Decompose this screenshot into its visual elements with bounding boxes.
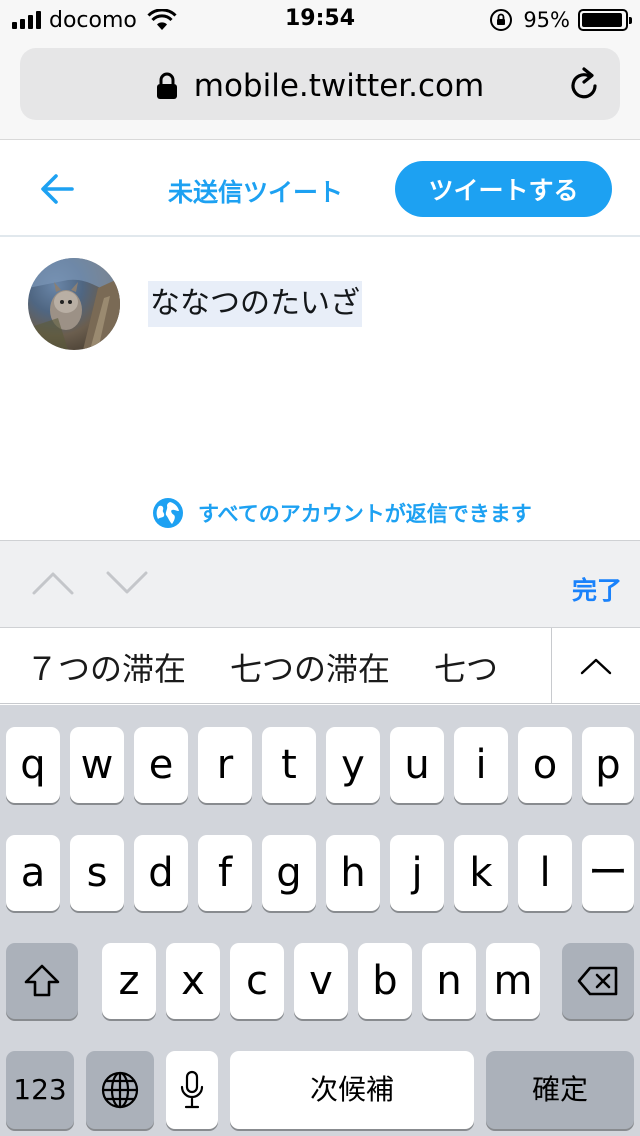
status-right: 95% bbox=[489, 6, 632, 34]
key-g[interactable]: g bbox=[262, 835, 316, 911]
space-key[interactable]: 次候補 bbox=[230, 1051, 474, 1129]
software-keyboard: q w e r t y u i o p a s d f g h j k l ー … bbox=[0, 705, 640, 1136]
tweet-text-input[interactable]: ななつのたいざ bbox=[148, 281, 362, 327]
back-arrow-icon[interactable] bbox=[36, 169, 80, 209]
compose-area: ななつのたいざ すべてのアカウントが返信できます bbox=[0, 239, 640, 540]
microphone-icon bbox=[180, 1070, 204, 1109]
numbers-key[interactable]: 123 bbox=[6, 1051, 74, 1129]
key-v[interactable]: v bbox=[294, 943, 348, 1019]
key-u[interactable]: u bbox=[390, 727, 444, 803]
candidate-item[interactable]: 七つの滞在 bbox=[230, 644, 390, 690]
tweet-button[interactable]: ツイートする bbox=[395, 161, 612, 217]
candidate-item[interactable]: ７つの滞在 bbox=[26, 644, 186, 690]
reload-icon[interactable] bbox=[568, 66, 602, 102]
shift-key[interactable] bbox=[6, 943, 78, 1019]
key-n[interactable]: n bbox=[422, 943, 476, 1019]
address-bar[interactable]: mobile.twitter.com bbox=[20, 48, 620, 120]
key-z[interactable]: z bbox=[102, 943, 156, 1019]
key-s[interactable]: s bbox=[70, 835, 124, 911]
key-r[interactable]: r bbox=[198, 727, 252, 803]
drafts-link[interactable]: 未送信ツイート bbox=[168, 173, 343, 209]
avatar[interactable] bbox=[28, 258, 120, 350]
shift-icon bbox=[24, 964, 60, 997]
conversion-candidates: ７つの滞在 七つの滞在 七つ bbox=[0, 628, 640, 704]
battery-percent: 95% bbox=[523, 8, 570, 32]
dictation-key[interactable] bbox=[166, 1051, 218, 1129]
backspace-key[interactable] bbox=[562, 943, 634, 1019]
chevron-up-icon[interactable] bbox=[30, 569, 76, 597]
key-h[interactable]: h bbox=[326, 835, 380, 911]
candidate-list: ７つの滞在 七つの滞在 七つ bbox=[26, 644, 546, 690]
key-y[interactable]: y bbox=[326, 727, 380, 803]
key-q[interactable]: q bbox=[6, 727, 60, 803]
chevron-down-icon[interactable] bbox=[104, 569, 150, 597]
key-c[interactable]: c bbox=[230, 943, 284, 1019]
compose-header: 未送信ツイート ツイートする bbox=[0, 141, 640, 237]
return-key[interactable]: 確定 bbox=[486, 1051, 634, 1129]
browser-toolbar: mobile.twitter.com bbox=[0, 40, 640, 140]
key-w[interactable]: w bbox=[70, 727, 124, 803]
lock-icon bbox=[156, 72, 177, 99]
battery-icon bbox=[578, 9, 632, 31]
key-d[interactable]: d bbox=[134, 835, 188, 911]
key-m[interactable]: m bbox=[486, 943, 540, 1019]
key-k[interactable]: k bbox=[454, 835, 508, 911]
reply-setting-label: すべてのアカウントが返信できます bbox=[198, 502, 532, 526]
key-i[interactable]: i bbox=[454, 727, 508, 803]
key-l[interactable]: l bbox=[518, 835, 572, 911]
done-button[interactable]: 完了 bbox=[572, 571, 622, 607]
globe-key-icon bbox=[101, 1071, 139, 1109]
candidate-item[interactable]: 七つ bbox=[434, 644, 498, 690]
keyboard-accessory-bar: 完了 bbox=[0, 540, 640, 628]
globe-icon bbox=[153, 498, 183, 528]
key-a[interactable]: a bbox=[6, 835, 60, 911]
globe-key[interactable] bbox=[86, 1051, 154, 1129]
key-j[interactable]: j bbox=[390, 835, 444, 911]
backspace-icon bbox=[577, 966, 618, 996]
key-f[interactable]: f bbox=[198, 835, 252, 911]
key-x[interactable]: x bbox=[166, 943, 220, 1019]
key-o[interactable]: o bbox=[518, 727, 572, 803]
key-p[interactable]: p bbox=[582, 727, 634, 803]
rotation-lock-icon bbox=[490, 9, 513, 31]
key-long-vowel[interactable]: ー bbox=[582, 835, 634, 911]
key-e[interactable]: e bbox=[134, 727, 188, 803]
key-t[interactable]: t bbox=[262, 727, 316, 803]
chevron-up-icon bbox=[580, 658, 612, 675]
avatar-photo bbox=[28, 258, 120, 350]
url-text: mobile.twitter.com bbox=[193, 68, 485, 104]
reply-setting[interactable]: すべてのアカウントが返信できます bbox=[152, 497, 532, 529]
status-bar: docomo 19:54 95% bbox=[0, 0, 640, 40]
key-b[interactable]: b bbox=[358, 943, 412, 1019]
candidates-expand-button[interactable] bbox=[551, 628, 640, 703]
